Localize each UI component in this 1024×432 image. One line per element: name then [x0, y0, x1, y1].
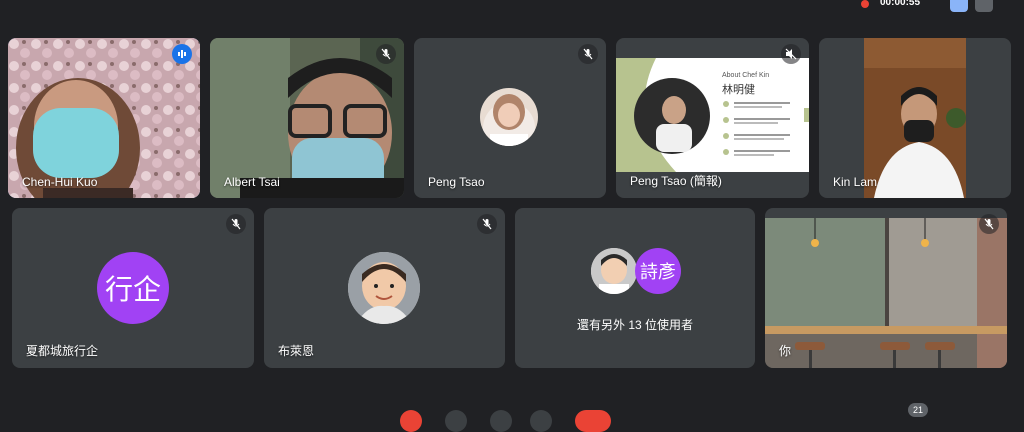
mic-off-icon	[226, 214, 246, 234]
self-tile[interactable]: 你	[765, 208, 1007, 368]
participant-name: Chen-Hui Kuo	[22, 175, 98, 189]
captions-button[interactable]	[490, 410, 512, 432]
mic-status-icon[interactable]	[975, 0, 993, 12]
virtual-background	[765, 218, 1007, 368]
participant-name: 布萊恩	[278, 344, 315, 358]
more-participants-label: 還有另外 13 位使用者	[576, 318, 694, 332]
mic-off-icon	[578, 44, 598, 64]
mic-off-icon	[376, 44, 396, 64]
camera-button[interactable]	[445, 410, 467, 432]
recording-dot	[861, 0, 869, 8]
mic-button[interactable]	[400, 410, 422, 432]
slide-title: 林明健	[722, 84, 755, 96]
participant-tile-brian[interactable]: 布萊恩	[264, 208, 505, 368]
participant-name: 你	[779, 344, 792, 358]
volume-off-icon	[781, 44, 801, 64]
participant-name: Peng Tsao	[428, 175, 485, 189]
mic-off-icon	[477, 214, 497, 234]
avatar	[348, 252, 420, 324]
video-feed	[8, 38, 200, 198]
leave-call-button[interactable]	[575, 410, 611, 432]
avatar	[480, 88, 538, 146]
mic-off-icon	[979, 214, 999, 234]
presentation-tile[interactable]: About Chef Kin 林明健 Peng Tsao (簡報)	[616, 38, 809, 198]
avatar	[591, 248, 637, 294]
video-feed	[210, 38, 404, 198]
avatar: 行企	[97, 252, 169, 324]
participant-tile-albert-tsai[interactable]: Albert Tsai	[210, 38, 404, 198]
participant-name: Peng Tsao (簡報)	[630, 174, 722, 188]
slide-about-label: About Chef Kin	[722, 72, 770, 79]
slide-graphic	[616, 58, 809, 172]
participant-name: 夏都城旅行企	[26, 344, 99, 358]
avatar: 詩彥	[635, 248, 681, 294]
video-feed	[864, 38, 966, 198]
present-button[interactable]	[530, 410, 552, 432]
participant-tile-chen-hui-kuo[interactable]: Chen-Hui Kuo	[8, 38, 200, 198]
speaking-indicator-icon	[172, 44, 192, 64]
participant-name: Kin Lam	[833, 175, 878, 189]
participant-tile-xiadu[interactable]: 行企 夏都城旅行企	[12, 208, 254, 368]
participant-tile-kin-lam[interactable]: Kin Lam	[819, 38, 1011, 198]
participant-tile-peng-tsao[interactable]: Peng Tsao	[414, 38, 606, 198]
meeting-timer: 00:00:55	[880, 0, 921, 8]
presentation-slide: About Chef Kin 林明健	[616, 58, 809, 172]
present-status-button[interactable]	[950, 0, 968, 12]
more-participants-tile[interactable]: 詩彥 還有另外 13 位使用者	[515, 208, 755, 368]
participant-name: Albert Tsai	[224, 175, 280, 189]
